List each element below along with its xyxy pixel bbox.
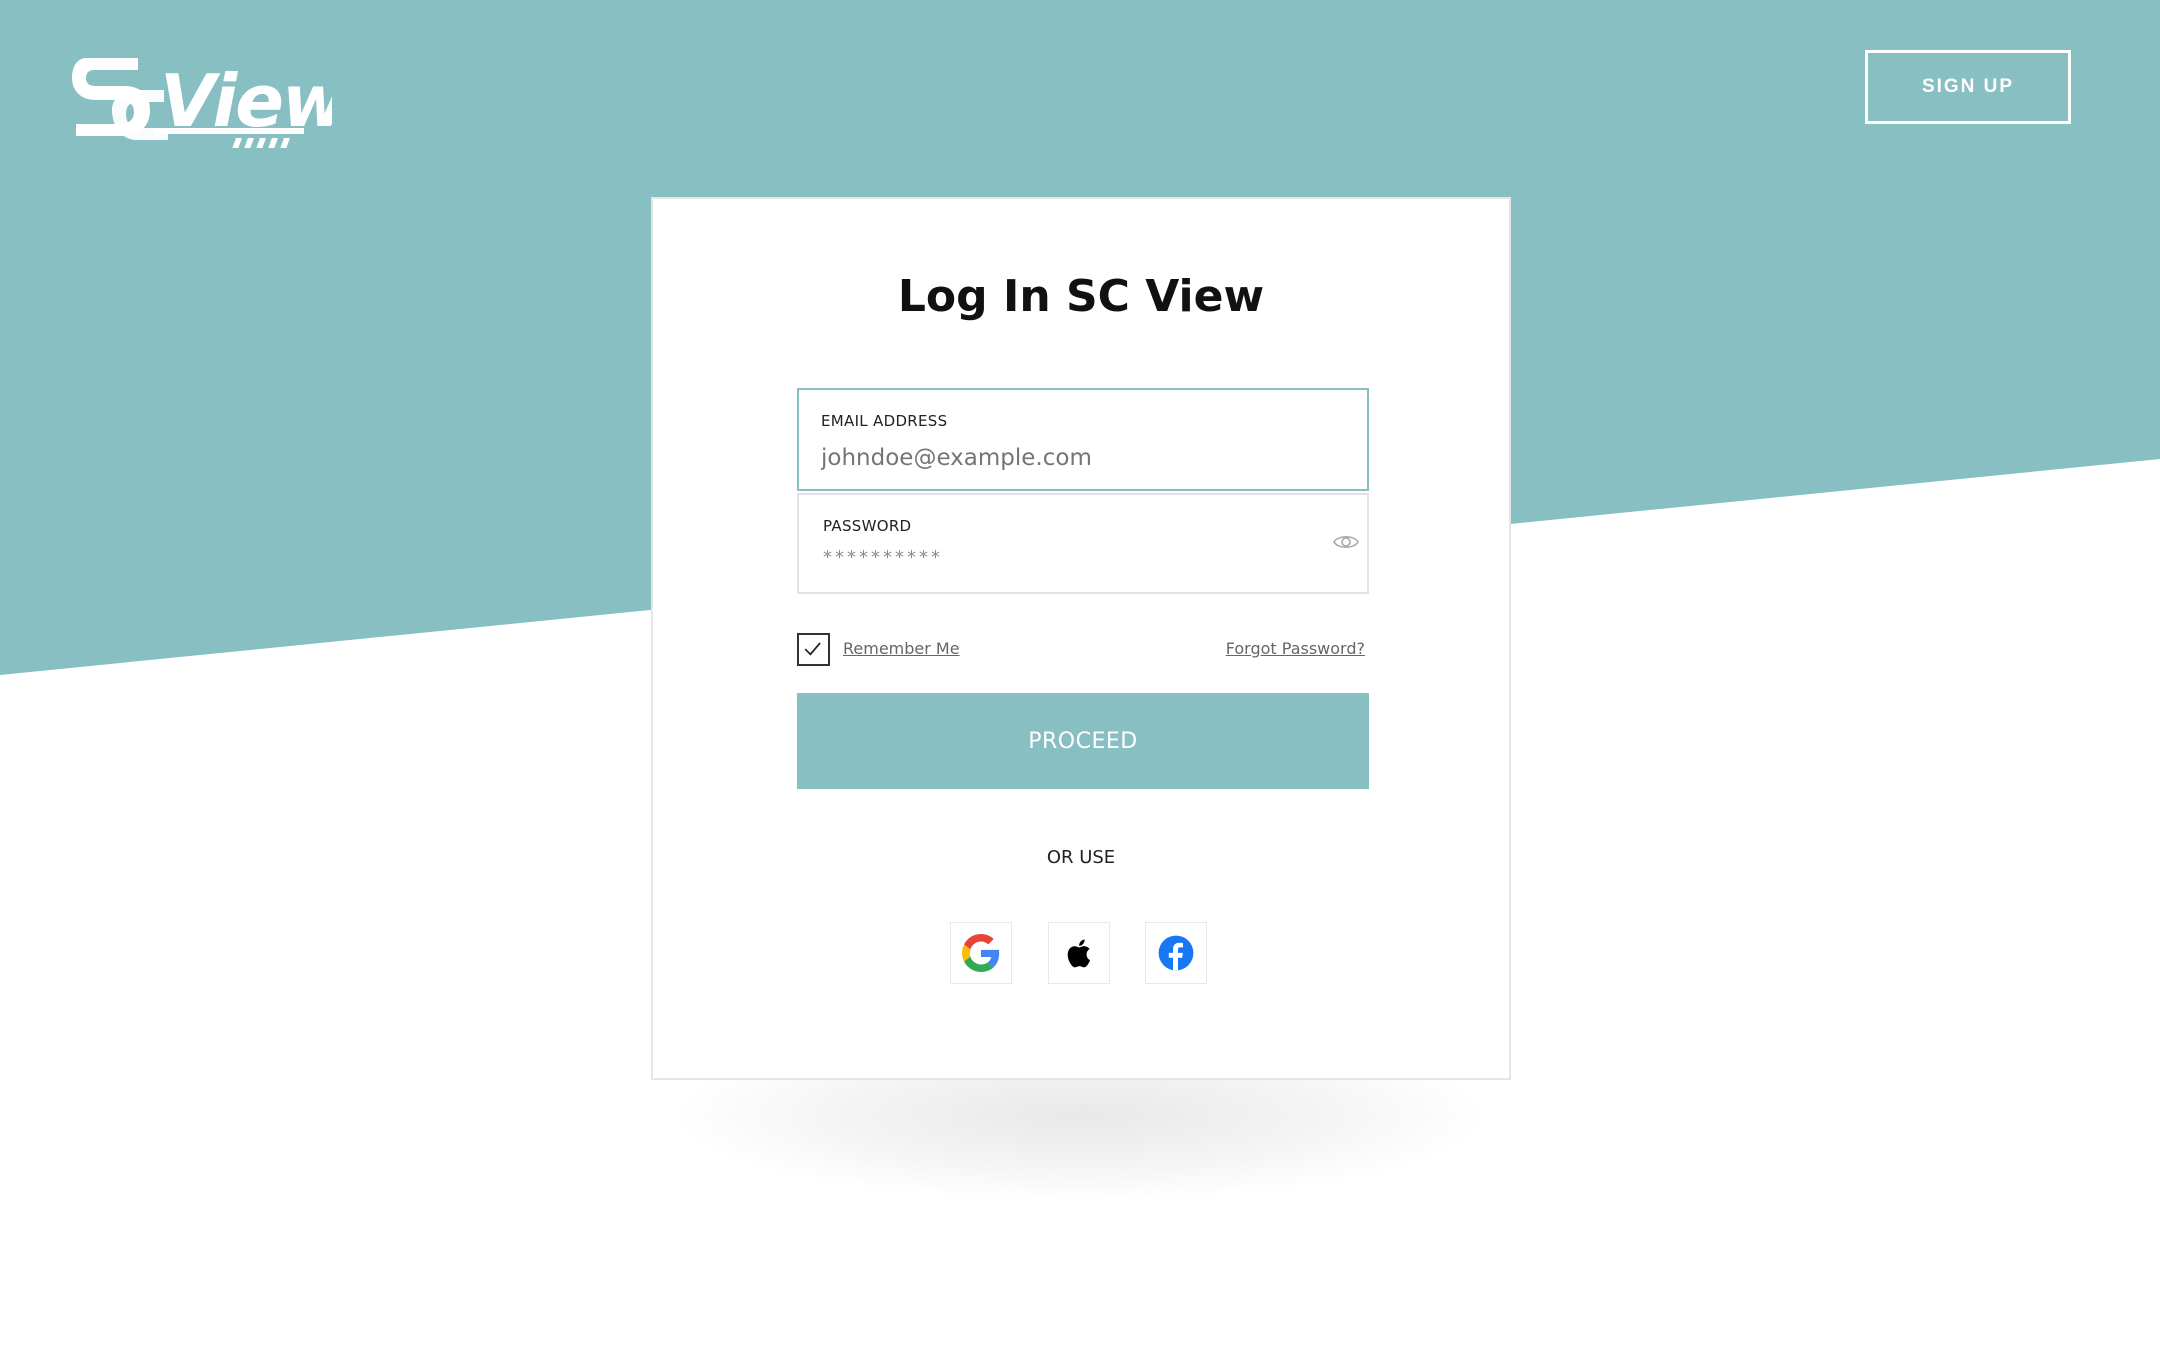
apple-icon: [1067, 939, 1091, 968]
remember-me-checkbox[interactable]: [797, 633, 830, 666]
login-card: Log In SC View EMAIL ADDRESS PASSWORD **…: [651, 197, 1511, 1080]
password-field[interactable]: PASSWORD **********: [797, 493, 1369, 594]
remember-me-label[interactable]: Remember Me: [843, 639, 960, 658]
email-field[interactable]: EMAIL ADDRESS: [797, 388, 1369, 491]
email-input[interactable]: [821, 445, 1341, 471]
sc-view-logo: View: [72, 58, 332, 148]
checkmark-icon: [804, 642, 821, 656]
proceed-button[interactable]: PROCEED: [797, 693, 1369, 789]
apple-login-button[interactable]: [1048, 922, 1110, 984]
sign-up-button[interactable]: SIGN UP: [1865, 50, 2071, 124]
google-icon: [962, 934, 1000, 972]
facebook-icon: [1158, 935, 1194, 971]
password-input[interactable]: **********: [823, 547, 1303, 568]
facebook-login-button[interactable]: [1145, 922, 1207, 984]
page-title: Log In SC View: [897, 271, 1265, 322]
password-label: PASSWORD: [823, 517, 912, 535]
login-page: View SIGN UP Log In SC View EMAIL ADDRES…: [0, 0, 2160, 1350]
forgot-password-link[interactable]: Forgot Password?: [1226, 639, 1365, 658]
email-label: EMAIL ADDRESS: [821, 412, 948, 430]
or-use-label: OR USE: [1046, 847, 1116, 868]
google-login-button[interactable]: [950, 922, 1012, 984]
eye-icon[interactable]: [1333, 533, 1359, 551]
